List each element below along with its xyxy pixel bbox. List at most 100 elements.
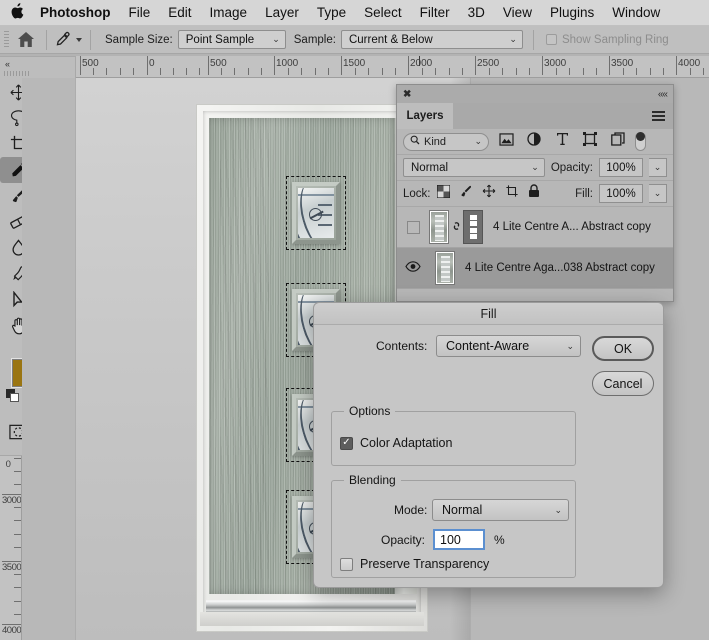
- filter-adjustment-icon[interactable]: [523, 132, 545, 151]
- tab-layers[interactable]: Layers: [397, 103, 453, 129]
- show-sampling-ring-label: Show Sampling Ring: [561, 33, 669, 46]
- door-sill: [200, 612, 424, 626]
- dialog-opacity-label: Opacity:: [381, 533, 426, 547]
- vruler-label-2: 3500: [2, 562, 22, 573]
- panel-title-bar[interactable]: ✖ ««: [397, 85, 673, 103]
- fill-label: Fill:: [575, 187, 593, 200]
- lock-all-icon[interactable]: [528, 184, 540, 203]
- layer-thumbnail-1[interactable]: [429, 210, 449, 244]
- menu-photoshop[interactable]: Photoshop: [34, 5, 120, 20]
- menu-edit[interactable]: Edit: [159, 5, 200, 20]
- opacity-label: Opacity:: [550, 161, 593, 174]
- layer-visibility-toggle-2[interactable]: [397, 259, 429, 277]
- sample-size-select[interactable]: Point Sample ⌄: [177, 30, 286, 49]
- filter-smart-object-icon[interactable]: [607, 132, 629, 151]
- sample-label: Sample:: [293, 33, 336, 46]
- lock-artboard-nesting-icon[interactable]: [505, 184, 519, 203]
- mode-label: Mode:: [394, 503, 428, 517]
- options-divider-2: [90, 29, 91, 50]
- lock-transparent-pixels-icon[interactable]: [435, 183, 451, 203]
- eye-hidden-icon: [406, 220, 420, 234]
- filter-shape-icon[interactable]: [579, 132, 601, 151]
- close-icon[interactable]: ✖: [403, 89, 411, 100]
- layer-mask-thumbnail-1[interactable]: [463, 210, 483, 244]
- fill-value[interactable]: 100%: [599, 184, 643, 203]
- options-group-title: Options: [344, 404, 396, 418]
- filter-pixel-icon[interactable]: [495, 132, 517, 151]
- home-icon[interactable]: [12, 32, 40, 47]
- sample-value: Current & Below: [348, 33, 433, 46]
- fill-stepper[interactable]: ⌄: [649, 184, 667, 203]
- menu-filter[interactable]: Filter: [411, 5, 459, 20]
- layer-name-2[interactable]: 4 Lite Centre Aga...038 Abstract copy: [465, 262, 655, 274]
- layer-name-1[interactable]: 4 Lite Centre A... Abstract copy: [493, 221, 651, 233]
- filter-toggle-switch[interactable]: [635, 132, 646, 151]
- options-bar-grip[interactable]: [0, 26, 12, 54]
- blending-group-title: Blending: [344, 473, 401, 487]
- marching-ants-selection-1: [286, 176, 346, 250]
- menu-window[interactable]: Window: [603, 5, 669, 20]
- menu-file[interactable]: File: [120, 5, 160, 20]
- chevron-down-icon-contents: ⌄: [566, 340, 574, 351]
- double-chevron-right-icon[interactable]: ««: [658, 89, 668, 100]
- layer-row-1[interactable]: 4 Lite Centre A... Abstract copy: [397, 207, 673, 248]
- menu-plugins[interactable]: Plugins: [541, 5, 603, 20]
- lock-position-icon[interactable]: [482, 184, 496, 203]
- layer-row-2[interactable]: 4 Lite Centre Aga...038 Abstract copy: [397, 248, 673, 289]
- filter-kind-select[interactable]: Kind ⌄: [403, 132, 489, 151]
- filter-kind-label: Kind: [424, 135, 447, 148]
- default-colors-icon[interactable]: [6, 389, 19, 402]
- cancel-label: Cancel: [603, 376, 643, 391]
- checkbox-box: [545, 34, 557, 45]
- blend-mode-select[interactable]: Normal ⌄: [403, 158, 545, 177]
- menu-image[interactable]: Image: [201, 5, 257, 20]
- contents-select[interactable]: Content-Aware ⌄: [436, 335, 581, 357]
- color-adaptation-checkbox[interactable]: Color Adaptation: [340, 436, 452, 450]
- opacity-value[interactable]: 100%: [599, 158, 643, 177]
- woodgrain-texture-2: [220, 118, 269, 594]
- chevron-down-icon: ⌄: [272, 34, 280, 44]
- sample-size-label: Sample Size:: [105, 33, 173, 46]
- options-group: Options Color Adaptation: [331, 404, 576, 466]
- panel-tab-bar: Layers: [397, 103, 673, 129]
- percent-symbol: %: [494, 533, 505, 547]
- layers-panel-body: Kind ⌄ Normal ⌄ Opacity: 100% ⌄ Lock: Fi…: [397, 129, 673, 289]
- tool-preset-chevron-icon[interactable]: [76, 37, 82, 42]
- layer-visibility-toggle-1[interactable]: [397, 220, 429, 234]
- checkbox-checked-icon: [340, 436, 353, 450]
- menu-3d[interactable]: 3D: [459, 5, 494, 20]
- chevron-down-icon-blend: ⌄: [531, 162, 539, 172]
- blend-mode-value: Normal: [411, 161, 449, 174]
- opacity-input[interactable]: 100: [433, 529, 485, 550]
- macos-menu-bar: Photoshop File Edit Image Layer Type Sel…: [0, 0, 709, 26]
- apple-logo-icon[interactable]: [0, 3, 34, 22]
- toolbar-collapse-icon[interactable]: «: [5, 59, 10, 69]
- current-tool-preset[interactable]: [53, 31, 84, 48]
- mode-select[interactable]: Normal ⌄: [432, 499, 569, 521]
- panel-menu-icon[interactable]: [652, 111, 665, 123]
- options-divider-3: [532, 29, 534, 50]
- vertical-ruler[interactable]: 0 3000 3500 4000: [0, 456, 22, 640]
- ok-button[interactable]: OK: [592, 336, 654, 361]
- door-threshold: [206, 600, 416, 612]
- contents-value: Content-Aware: [446, 339, 530, 353]
- cancel-button[interactable]: Cancel: [592, 371, 654, 396]
- vruler-label-3: 4000: [2, 625, 22, 636]
- layer-link-icon[interactable]: [449, 219, 463, 236]
- blending-group: Blending Mode: Normal ⌄ Opacity: 100 % P…: [331, 473, 576, 578]
- preserve-transparency-checkbox[interactable]: Preserve Transparency: [340, 557, 489, 571]
- lock-image-pixels-icon[interactable]: [459, 184, 473, 203]
- fill-dialog-title: Fill: [314, 303, 663, 325]
- opacity-stepper[interactable]: ⌄: [649, 158, 667, 177]
- ok-label: OK: [613, 341, 633, 356]
- filter-type-icon[interactable]: [551, 132, 573, 151]
- menu-select[interactable]: Select: [355, 5, 411, 20]
- sample-select[interactable]: Current & Below ⌄: [340, 30, 523, 49]
- horizontal-ruler[interactable]: 500 0 500 1000 1500 2000 2500 3000 3500 …: [76, 56, 709, 78]
- layer-thumbnail-2[interactable]: [435, 251, 455, 285]
- menu-layer[interactable]: Layer: [256, 5, 308, 20]
- show-sampling-ring-checkbox[interactable]: Show Sampling Ring: [545, 33, 669, 46]
- menu-view[interactable]: View: [494, 5, 541, 20]
- options-divider: [46, 29, 47, 50]
- menu-type[interactable]: Type: [308, 5, 355, 20]
